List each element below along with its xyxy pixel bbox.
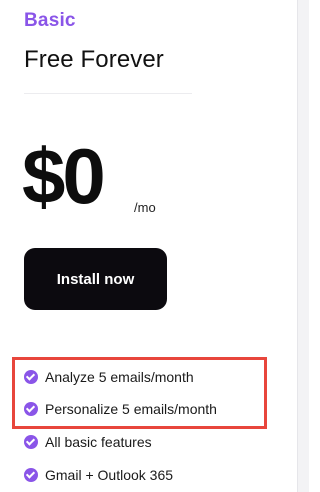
check-circle-icon [24,402,38,416]
check-circle-icon [24,435,38,449]
plan-name: Free Forever [24,46,164,73]
feature-text: Personalize 5 emails/month [45,401,217,417]
check-circle-icon [24,370,38,384]
card-edge-divider [297,0,309,492]
check-circle-icon [24,468,38,482]
install-now-button[interactable]: Install now [24,248,167,310]
feature-item: Analyze 5 emails/month [24,365,194,389]
feature-text: All basic features [45,434,152,450]
feature-text: Gmail + Outlook 365 [45,467,174,483]
feature-text: Analyze 5 emails/month [45,369,194,385]
feature-item: Personalize 5 emails/month [24,397,217,421]
feature-item: Gmail + Outlook 365 [24,463,173,487]
plan-price: $0 [22,132,106,220]
title-divider [24,93,192,94]
pricing-card: Basic Free Forever $0 /mo Install now An… [0,0,309,492]
plan-tier-label: Basic [24,10,76,31]
price-period: /mo [134,200,156,215]
feature-item: All basic features [24,430,152,454]
